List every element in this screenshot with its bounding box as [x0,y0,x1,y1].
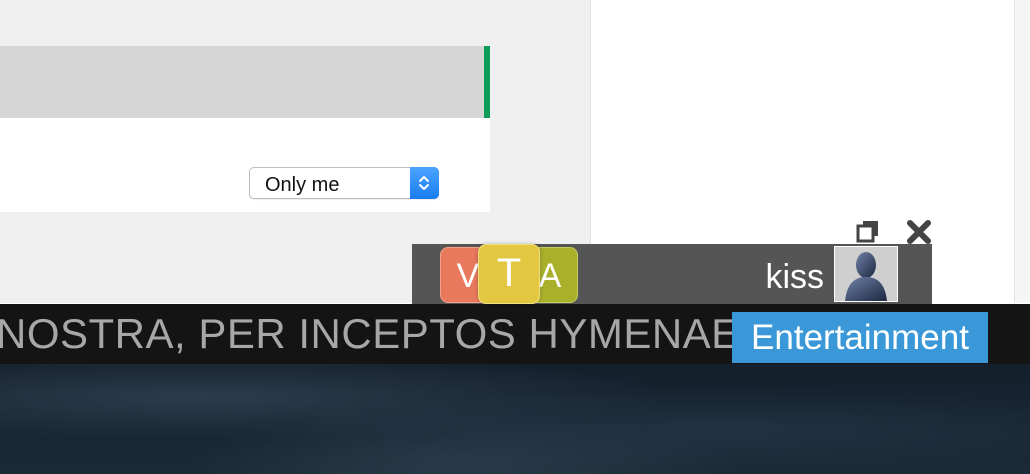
chat-bar[interactable]: V A T kiss [412,244,932,304]
background-image [0,364,1030,474]
ticker-text: NOSTRA, PER INCEPTOS HYMENAEOS [0,310,802,357]
privacy-select[interactable]: Only me [249,167,439,199]
avatar[interactable] [834,246,898,302]
close-icon[interactable] [906,219,932,245]
restore-window-icon[interactable] [856,219,880,243]
post-card: Only me [0,46,490,212]
chat-tile-t[interactable]: T [478,244,540,304]
chat-username[interactable]: kiss [765,258,824,297]
post-card-header [0,46,490,118]
scrollbar-gutter[interactable] [1014,0,1030,303]
up-down-chevron-icon[interactable] [410,167,439,199]
category-badge[interactable]: Entertainment [732,312,988,363]
news-ticker: NOSTRA, PER INCEPTOS HYMENAEOS Entertain… [0,304,1030,364]
privacy-select-value: Only me [265,174,340,196]
